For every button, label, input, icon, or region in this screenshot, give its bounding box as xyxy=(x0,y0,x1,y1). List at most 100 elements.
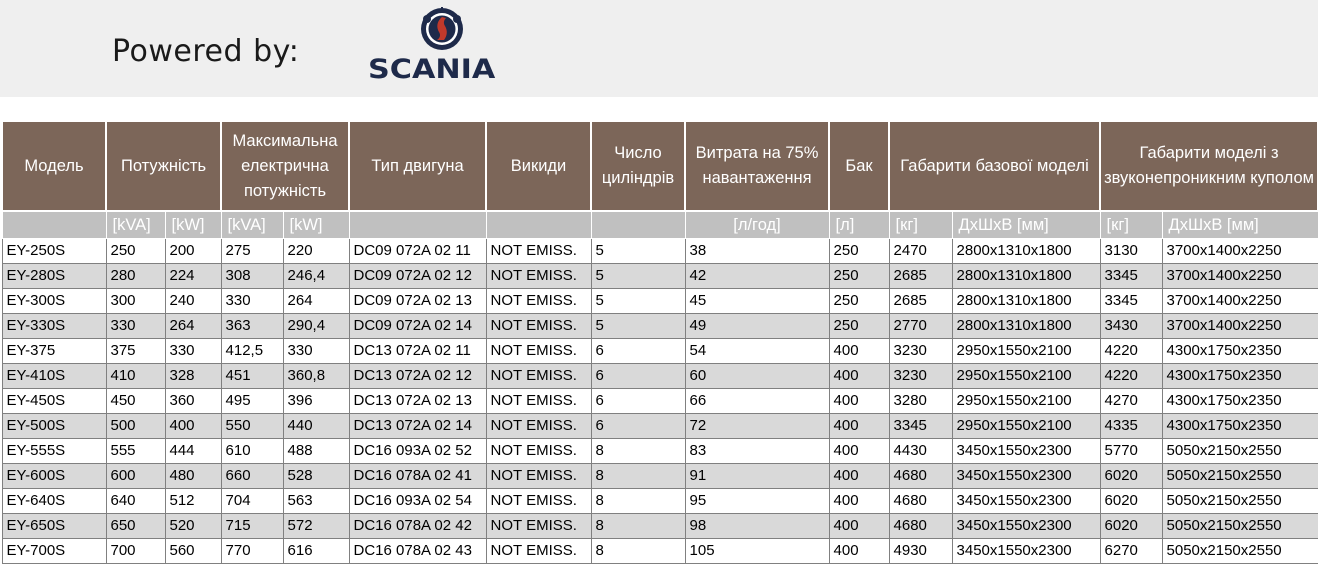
table-cell: 2800x1310x1800 xyxy=(951,313,1101,339)
table-cell: 488 xyxy=(282,438,350,464)
table-cell: 375 xyxy=(105,338,166,364)
table-cell: 3450x1550x2300 xyxy=(951,488,1101,514)
table-cell: 330 xyxy=(282,338,350,364)
table-cell: 3230 xyxy=(888,363,953,389)
unit-cell: [kVA] xyxy=(220,210,284,239)
table-cell: 2685 xyxy=(888,288,953,314)
table-cell: 512 xyxy=(164,488,222,514)
table-cell: 4300x1750x2350 xyxy=(1161,338,1318,364)
table-cell: 6 xyxy=(590,388,686,414)
table-cell: 3450x1550x2300 xyxy=(951,538,1101,564)
table-cell: NOT EMISS. xyxy=(485,513,592,539)
table-cell: 290,4 xyxy=(282,313,350,339)
table-cell: 3700x1400x2250 xyxy=(1161,238,1318,264)
table-body: EY-250S 250 200 275 220 DC09 072A 02 11 NOT EM… xyxy=(1,238,1318,564)
table-row: EY-555S 555 444 610 488 DC16 093A 02 52 NOT EM… xyxy=(1,438,1318,464)
table-cell: 400 xyxy=(828,338,890,364)
table-cell: 264 xyxy=(282,288,350,314)
table-cell: 250 xyxy=(828,238,890,264)
table-row: EY-600S 600 480 660 528 DC16 078A 02 41 NOT EM… xyxy=(1,463,1318,489)
table-cell: 770 xyxy=(220,538,284,564)
table-cell: 520 xyxy=(164,513,222,539)
unit-cell: [kW] xyxy=(164,210,222,239)
col-dims-canopy: Габарити моделі з звуконепроникним купол… xyxy=(1099,120,1318,212)
table-cell: DC16 078A 02 41 xyxy=(348,463,487,489)
table-cell: EY-650S xyxy=(1,513,107,539)
table-cell: 500 xyxy=(105,413,166,439)
table-cell: 330 xyxy=(220,288,284,314)
table-cell: NOT EMISS. xyxy=(485,313,592,339)
table-cell: EY-450S xyxy=(1,388,107,414)
table-cell: NOT EMISS. xyxy=(485,488,592,514)
table-cell: 6 xyxy=(590,413,686,439)
table-cell: 400 xyxy=(164,413,222,439)
table-cell: 363 xyxy=(220,313,284,339)
table-cell: NOT EMISS. xyxy=(485,413,592,439)
table-cell: 360,8 xyxy=(282,363,350,389)
table-cell: 8 xyxy=(590,438,686,464)
table-cell: 400 xyxy=(828,463,890,489)
table-cell: 60 xyxy=(684,363,830,389)
table-cell: 400 xyxy=(828,388,890,414)
table-cell: 220 xyxy=(282,238,350,264)
table-cell: 400 xyxy=(828,363,890,389)
table-cell: NOT EMISS. xyxy=(485,388,592,414)
table-cell: DC13 072A 02 14 xyxy=(348,413,487,439)
table-cell: 4220 xyxy=(1099,338,1163,364)
table-cell: 2685 xyxy=(888,263,953,289)
table-cell: 704 xyxy=(220,488,284,514)
table-cell: EY-700S xyxy=(1,538,107,564)
table-cell: 250 xyxy=(828,313,890,339)
table-cell: DC16 078A 02 43 xyxy=(348,538,487,564)
table-cell: 98 xyxy=(684,513,830,539)
table-cell: 480 xyxy=(164,463,222,489)
table-cell: 5 xyxy=(590,238,686,264)
unit-cell: ДхШхВ [мм] xyxy=(1161,210,1318,239)
header-banner: Powered by: SCANIA xyxy=(0,0,1318,97)
table-cell: 330 xyxy=(105,313,166,339)
table-cell: 3130 xyxy=(1099,238,1163,264)
table-cell: 3345 xyxy=(888,413,953,439)
table-cell: 8 xyxy=(590,488,686,514)
powered-by-text: Powered by: xyxy=(112,34,300,69)
table-row: EY-650S 650 520 715 572 DC16 078A 02 42 NOT EM… xyxy=(1,513,1318,539)
table-cell: 560 xyxy=(164,538,222,564)
table-cell: 38 xyxy=(684,238,830,264)
table-cell: 400 xyxy=(828,438,890,464)
unit-cell: [кг] xyxy=(1099,210,1163,239)
table-cell: 5 xyxy=(590,313,686,339)
table-cell: 2800x1310x1800 xyxy=(951,288,1101,314)
col-model: Модель xyxy=(1,120,107,212)
table-cell: DC09 072A 02 14 xyxy=(348,313,487,339)
table-cell: EY-410S xyxy=(1,363,107,389)
col-power: Потужність xyxy=(104,120,223,212)
table-cell: 412,5 xyxy=(220,338,284,364)
table-cell: 300 xyxy=(105,288,166,314)
table-cell: EY-500S xyxy=(1,413,107,439)
table-cell: 2950x1550x2100 xyxy=(951,338,1101,364)
table-cell: 715 xyxy=(220,513,284,539)
unit-cell xyxy=(348,210,487,239)
unit-cell: [кг] xyxy=(888,210,953,239)
table-cell: DC16 093A 02 52 xyxy=(348,438,487,464)
table-cell: 451 xyxy=(220,363,284,389)
table-cell: 105 xyxy=(684,538,830,564)
unit-cell xyxy=(590,210,686,239)
table-row: EY-300S 300 240 330 264 DC09 072A 02 13 NOT EM… xyxy=(1,288,1318,314)
table-cell: 2950x1550x2100 xyxy=(951,363,1101,389)
table-cell: 83 xyxy=(684,438,830,464)
table-cell: 5050x2150x2550 xyxy=(1161,513,1318,539)
table-cell: 8 xyxy=(590,513,686,539)
table-cell: 6020 xyxy=(1099,513,1163,539)
table-cell: 95 xyxy=(684,488,830,514)
table-cell: 4270 xyxy=(1099,388,1163,414)
unit-cell: ДхШхВ [мм] xyxy=(951,210,1101,239)
table-cell: 250 xyxy=(105,238,166,264)
table-cell: 440 xyxy=(282,413,350,439)
table-cell: 224 xyxy=(164,263,222,289)
table-cell: 42 xyxy=(684,263,830,289)
table-row: EY-640S 640 512 704 563 DC16 093A 02 54 NOT EM… xyxy=(1,488,1318,514)
table-cell: DC16 078A 02 42 xyxy=(348,513,487,539)
table-cell: 250 xyxy=(828,288,890,314)
table-cell: EY-280S xyxy=(1,263,107,289)
